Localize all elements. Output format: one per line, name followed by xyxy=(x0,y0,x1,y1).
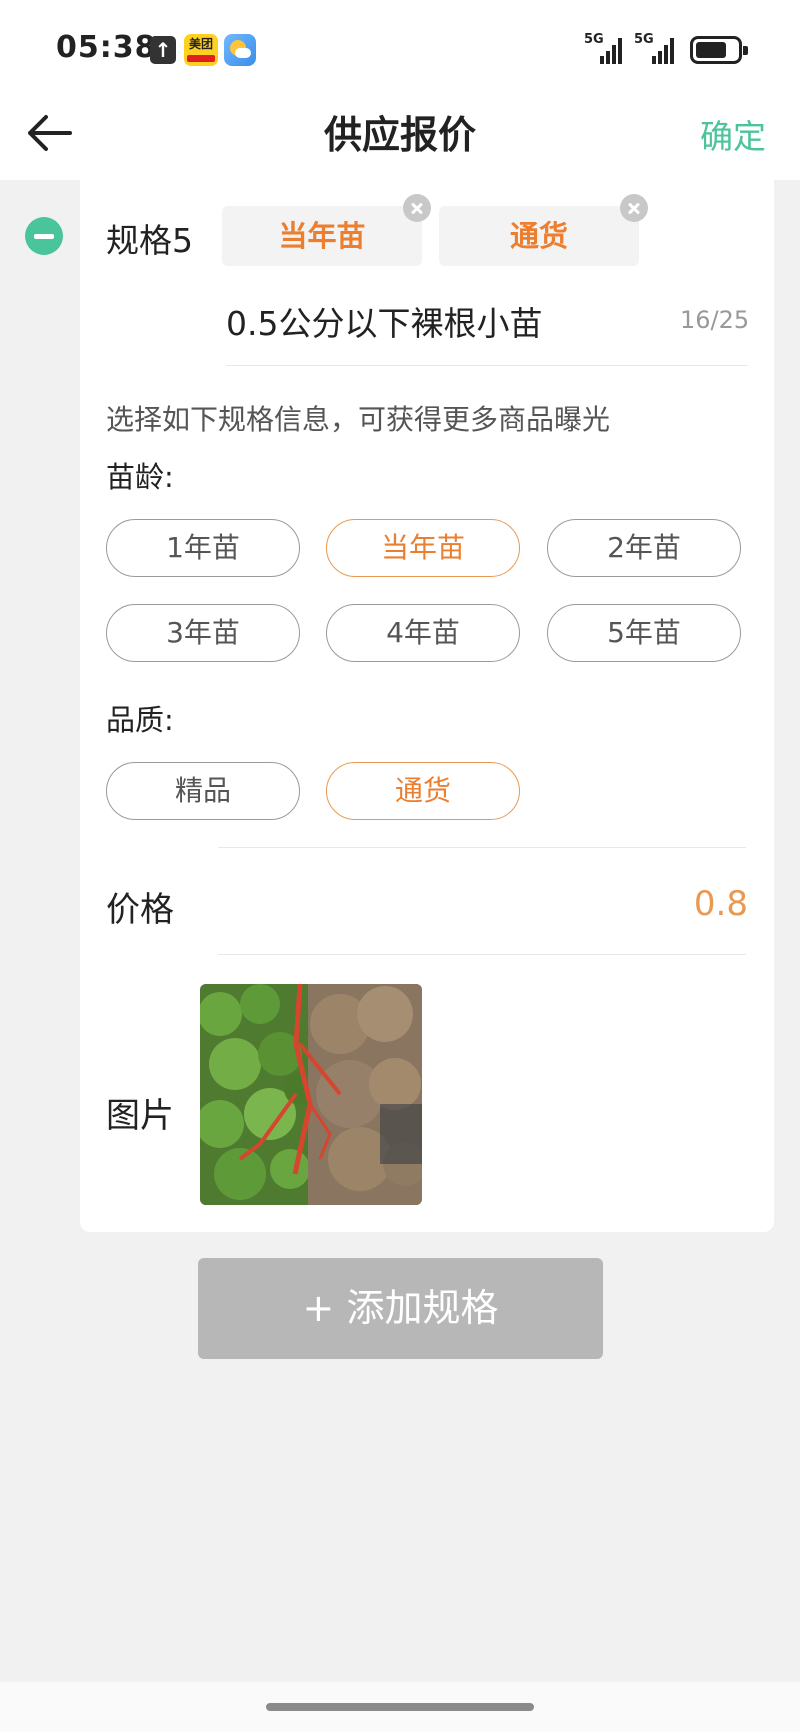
quality-option-premium[interactable]: 精品 xyxy=(106,762,300,820)
weather-app-icon xyxy=(224,34,256,66)
close-circle-icon[interactable] xyxy=(620,194,648,222)
images-label: 图片 xyxy=(106,1096,174,1136)
quality-option-standard[interactable]: 通货 xyxy=(326,762,520,820)
signal-5g-icon: 5G xyxy=(584,32,626,64)
minus-circle-icon[interactable] xyxy=(25,217,63,255)
age-option-4yr[interactable]: 4年苗 xyxy=(326,604,520,662)
divider xyxy=(226,365,748,366)
signal-label: 5G xyxy=(584,32,604,47)
add-spec-button[interactable]: + 添加规格 xyxy=(198,1258,603,1359)
meituan-app-icon: 美团 xyxy=(184,34,218,66)
age-option-current-year[interactable]: 当年苗 xyxy=(326,519,520,577)
signal-5g-icon: 5G xyxy=(634,32,678,64)
age-label: 苗龄: xyxy=(106,460,174,494)
page-title: 供应报价 xyxy=(323,113,476,157)
confirm-button[interactable]: 确定 xyxy=(700,110,766,158)
status-time: 05:38 xyxy=(56,30,157,65)
spec-label: 规格5 xyxy=(106,221,193,260)
quality-label: 品质: xyxy=(106,703,174,737)
divider xyxy=(218,847,746,848)
char-count: 16/25 xyxy=(680,306,750,334)
spec-tag: 通货 xyxy=(439,206,639,266)
close-circle-icon[interactable] xyxy=(403,194,431,222)
home-indicator[interactable] xyxy=(266,1703,534,1711)
hint-text: 选择如下规格信息，可获得更多商品曝光 xyxy=(106,403,611,436)
age-option-5yr[interactable]: 5年苗 xyxy=(547,604,741,662)
age-option-1yr[interactable]: 1年苗 xyxy=(106,519,300,577)
spec-tag: 当年苗 xyxy=(222,206,422,266)
divider xyxy=(218,954,746,955)
battery-icon xyxy=(690,36,748,64)
price-value[interactable]: 0.8 xyxy=(600,884,748,924)
age-option-2yr[interactable]: 2年苗 xyxy=(547,519,741,577)
spec-name-input[interactable] xyxy=(226,296,666,346)
signal-label: 5G xyxy=(634,32,654,47)
product-photo[interactable] xyxy=(200,984,422,1205)
upload-arrow-icon: ↑ xyxy=(150,36,176,64)
age-option-3yr[interactable]: 3年苗 xyxy=(106,604,300,662)
meituan-app-label: 美团 xyxy=(188,37,213,51)
price-label: 价格 xyxy=(106,890,174,930)
